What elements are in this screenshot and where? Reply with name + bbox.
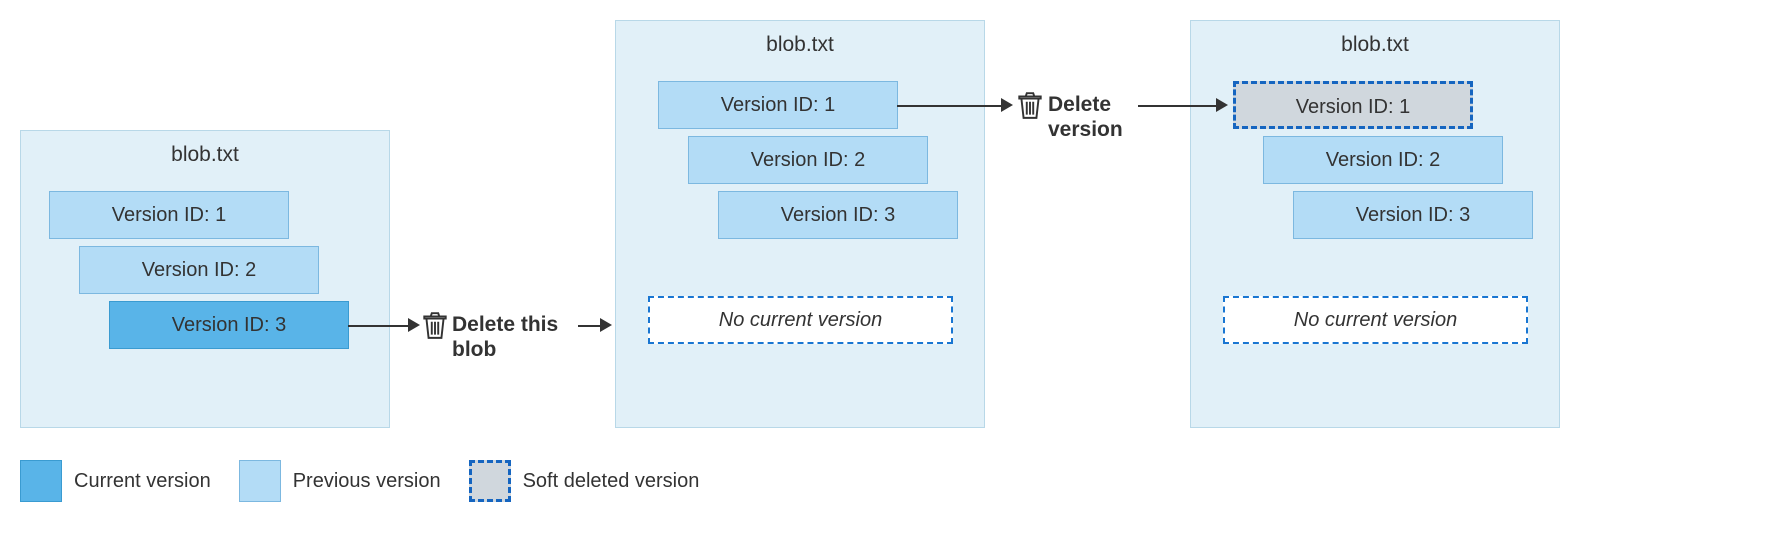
version-box-previous: Version ID: 2 <box>688 136 928 184</box>
no-current-version-box: No current version <box>1223 296 1528 344</box>
trash-icon <box>422 310 448 340</box>
arrow-head-icon <box>1001 98 1013 112</box>
swatch-soft-deleted-icon <box>469 460 511 502</box>
version-box-previous: Version ID: 2 <box>1263 136 1503 184</box>
legend-item-soft-deleted: Soft deleted version <box>469 460 700 502</box>
version-label: Version ID: 2 <box>751 149 866 171</box>
no-current-label: No current version <box>1294 309 1457 331</box>
legend-item-previous: Previous version <box>239 460 441 502</box>
action-label-delete-blob: Delete this blob <box>452 312 592 362</box>
arrow-line <box>578 325 602 327</box>
version-label: Version ID: 3 <box>172 314 287 336</box>
arrow-line <box>897 105 1003 107</box>
version-label: Version ID: 3 <box>1356 204 1471 226</box>
arrow-head-icon <box>408 318 420 332</box>
arrow-line <box>348 325 410 327</box>
version-box-soft-deleted: Version ID: 1 <box>1233 81 1473 129</box>
panel-title: blob.txt <box>1191 21 1559 65</box>
arrow-line <box>1138 105 1218 107</box>
arrow-head-icon <box>1216 98 1228 112</box>
version-box-current: Version ID: 3 <box>109 301 349 349</box>
swatch-current-icon <box>20 460 62 502</box>
version-box-previous: Version ID: 3 <box>1293 191 1533 239</box>
legend-item-current: Current version <box>20 460 211 502</box>
version-label: Version ID: 1 <box>1296 96 1411 118</box>
panel-state-1: blob.txt Version ID: 1 Version ID: 2 Ver… <box>20 130 390 428</box>
trash-icon <box>1017 90 1043 120</box>
diagram-canvas: blob.txt Version ID: 1 Version ID: 2 Ver… <box>20 20 1764 537</box>
panel-state-3: blob.txt Version ID: 1 Version ID: 2 Ver… <box>1190 20 1560 428</box>
version-label: Version ID: 1 <box>721 94 836 116</box>
no-current-version-box: No current version <box>648 296 953 344</box>
version-label: Version ID: 3 <box>781 204 896 226</box>
panel-title: blob.txt <box>21 131 389 175</box>
version-box-previous: Version ID: 1 <box>49 191 289 239</box>
version-label: Version ID: 2 <box>142 259 257 281</box>
legend-label: Current version <box>74 470 211 493</box>
version-label: Version ID: 2 <box>1326 149 1441 171</box>
panel-title: blob.txt <box>616 21 984 65</box>
no-current-label: No current version <box>719 309 882 331</box>
version-label: Version ID: 1 <box>112 204 227 226</box>
action-label-delete-version: Delete version <box>1048 92 1148 142</box>
legend-label: Soft deleted version <box>523 470 700 493</box>
arrow-head-icon <box>600 318 612 332</box>
version-box-previous: Version ID: 2 <box>79 246 319 294</box>
version-box-previous: Version ID: 3 <box>718 191 958 239</box>
legend-label: Previous version <box>293 470 441 493</box>
legend: Current version Previous version Soft de… <box>20 460 699 502</box>
version-box-previous: Version ID: 1 <box>658 81 898 129</box>
swatch-previous-icon <box>239 460 281 502</box>
panel-state-2: blob.txt Version ID: 1 Version ID: 2 Ver… <box>615 20 985 428</box>
